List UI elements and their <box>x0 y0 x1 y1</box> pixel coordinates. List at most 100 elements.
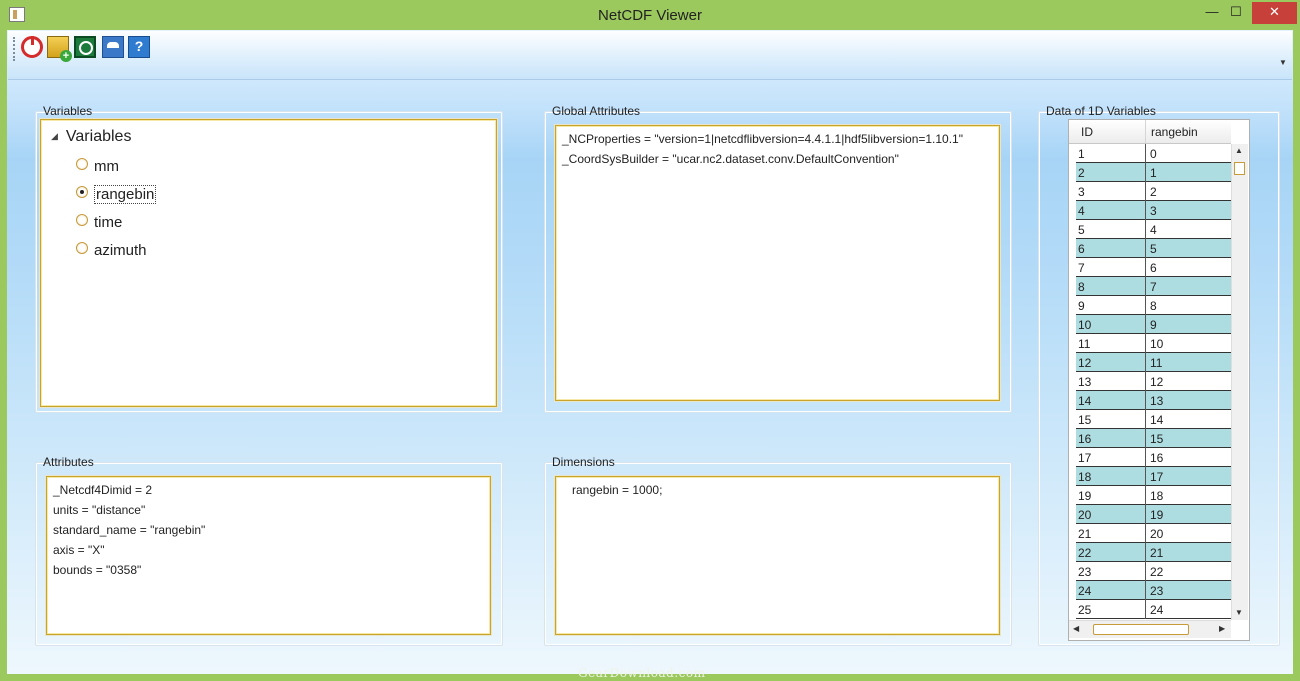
table-row[interactable]: 25 24 <box>1076 600 1231 619</box>
variable-label: rangebin <box>94 185 157 204</box>
column-header-rangebin[interactable]: rangebin <box>1151 125 1198 139</box>
cell-separator <box>1145 182 1146 201</box>
table-row[interactable]: 15 14 <box>1076 410 1231 429</box>
attribute-line: standard_name = "rangebin" <box>53 523 206 537</box>
radio-icon[interactable] <box>76 242 88 254</box>
cell-separator <box>1145 372 1146 391</box>
radio-selected-icon[interactable] <box>76 186 88 198</box>
help-icon[interactable]: ? <box>128 36 150 58</box>
cell-id: 23 <box>1078 565 1092 579</box>
variable-radio-time[interactable]: time <box>76 214 122 231</box>
table-row[interactable]: 14 13 <box>1076 391 1231 410</box>
table-row[interactable]: 21 <box>1076 163 1231 182</box>
cell-id: 8 <box>1078 280 1085 294</box>
vertical-scrollbar[interactable]: ▲ ▼ <box>1231 144 1248 620</box>
cell-value: 24 <box>1150 603 1164 617</box>
cell-value: 14 <box>1150 413 1164 427</box>
cell-id: 16 <box>1078 432 1092 446</box>
variable-label: mm <box>94 158 119 175</box>
table-row[interactable]: 87 <box>1076 277 1231 296</box>
collapse-arrow-icon[interactable]: ◢ <box>51 131 58 141</box>
variable-label: time <box>94 214 123 231</box>
table-row[interactable]: 20 19 <box>1076 505 1231 524</box>
column-separator[interactable] <box>1145 120 1146 143</box>
attributes-label: Attributes <box>41 455 96 469</box>
variable-radio-mm[interactable]: mm <box>76 158 119 175</box>
tree-root[interactable]: ◢ Variables <box>51 128 131 146</box>
cell-value: 23 <box>1150 584 1164 598</box>
horizontal-scroll-thumb[interactable] <box>1093 624 1189 635</box>
reload-icon[interactable] <box>74 36 96 58</box>
cell-value: 18 <box>1150 489 1164 503</box>
cell-value: 17 <box>1150 470 1164 484</box>
cell-id: 17 <box>1078 451 1092 465</box>
cell-separator <box>1145 353 1146 372</box>
global-attribute-line: _CoordSysBuilder = "ucar.nc2.dataset.con… <box>562 152 899 166</box>
cell-id: 21 <box>1078 527 1092 541</box>
scroll-left-icon[interactable]: ◀ <box>1073 624 1079 633</box>
table-row[interactable]: 21 20 <box>1076 524 1231 543</box>
dimensions-box[interactable]: rangebin = 1000; <box>555 476 1000 635</box>
cell-id: 13 <box>1078 375 1092 389</box>
toolbar-grip[interactable] <box>13 37 17 61</box>
table-row[interactable]: 98 <box>1076 296 1231 315</box>
variable-radio-azimuth[interactable]: azimuth <box>76 242 147 259</box>
data-grid[interactable]: ID rangebin 1 0 2 1 3 2 4 3 5 4 6 5 7 6 8 7 9 8 10 9 11 10 12 1… <box>1068 119 1250 641</box>
cell-value: 12 <box>1150 375 1164 389</box>
table-row[interactable]: 54 <box>1076 220 1231 239</box>
global-attribute-line: _NCProperties = "version=1|netcdflibvers… <box>562 132 963 146</box>
table-row[interactable]: 32 <box>1076 182 1231 201</box>
table-row[interactable]: 18 17 <box>1076 467 1231 486</box>
toolbar-overflow-icon[interactable]: ▼ <box>1279 33 1287 67</box>
cell-value: 11 <box>1150 356 1163 370</box>
table-row[interactable]: 76 <box>1076 258 1231 277</box>
cell-separator <box>1145 144 1146 163</box>
table-row[interactable]: 11 10 <box>1076 334 1231 353</box>
cell-value: 10 <box>1150 337 1164 351</box>
cell-value: 2 <box>1150 185 1157 199</box>
cell-id: 2 <box>1078 166 1085 180</box>
cell-value: 1 <box>1150 166 1157 180</box>
cell-id: 18 <box>1078 470 1092 484</box>
title-bar: NetCDF Viewer — ☐ ✕ <box>0 0 1300 30</box>
cell-value: 6 <box>1150 261 1157 275</box>
radio-icon[interactable] <box>76 214 88 226</box>
open-file-icon[interactable] <box>47 36 72 62</box>
global-attributes-box[interactable]: _NCProperties = "version=1|netcdflibvers… <box>555 125 1000 401</box>
table-row[interactable]: 43 <box>1076 201 1231 220</box>
table-row[interactable]: 19 18 <box>1076 486 1231 505</box>
scroll-thumb[interactable] <box>1234 162 1245 175</box>
table-row[interactable]: 17 16 <box>1076 448 1231 467</box>
horizontal-scrollbar[interactable]: ◀ ▶ <box>1069 620 1231 638</box>
cell-separator <box>1145 562 1146 581</box>
table-row[interactable]: 24 23 <box>1076 581 1231 600</box>
column-header-id[interactable]: ID <box>1081 125 1093 139</box>
scroll-up-icon[interactable]: ▲ <box>1235 146 1243 155</box>
cell-id: 6 <box>1078 242 1085 256</box>
table-row[interactable]: 10 <box>1076 144 1231 163</box>
maximize-button[interactable]: ☐ <box>1216 2 1256 24</box>
table-row[interactable]: 23 22 <box>1076 562 1231 581</box>
cell-id: 10 <box>1078 318 1092 332</box>
cell-id: 19 <box>1078 489 1092 503</box>
attributes-box[interactable]: _Netcdf4Dimid = 2 units = "distance" sta… <box>46 476 491 635</box>
scroll-down-icon[interactable]: ▼ <box>1235 608 1243 617</box>
cell-value: 9 <box>1150 318 1157 332</box>
power-icon[interactable] <box>21 36 43 58</box>
table-row[interactable]: 12 11 <box>1076 353 1231 372</box>
close-button[interactable]: ✕ <box>1252 2 1297 24</box>
scroll-right-icon[interactable]: ▶ <box>1219 624 1225 633</box>
attribute-line: axis = "X" <box>53 543 105 557</box>
table-row[interactable]: 16 15 <box>1076 429 1231 448</box>
variable-radio-rangebin[interactable]: rangebin <box>76 185 157 204</box>
cell-separator <box>1145 334 1146 353</box>
table-row[interactable]: 65 <box>1076 239 1231 258</box>
cell-id: 15 <box>1078 413 1092 427</box>
table-row[interactable]: 10 9 <box>1076 315 1231 334</box>
users-icon[interactable] <box>102 36 124 58</box>
table-row[interactable]: 22 21 <box>1076 543 1231 562</box>
table-row[interactable]: 13 12 <box>1076 372 1231 391</box>
attribute-line: units = "distance" <box>53 503 146 517</box>
variables-tree[interactable]: ◢ Variables mm rangebin time azimuth <box>40 119 497 407</box>
radio-icon[interactable] <box>76 158 88 170</box>
